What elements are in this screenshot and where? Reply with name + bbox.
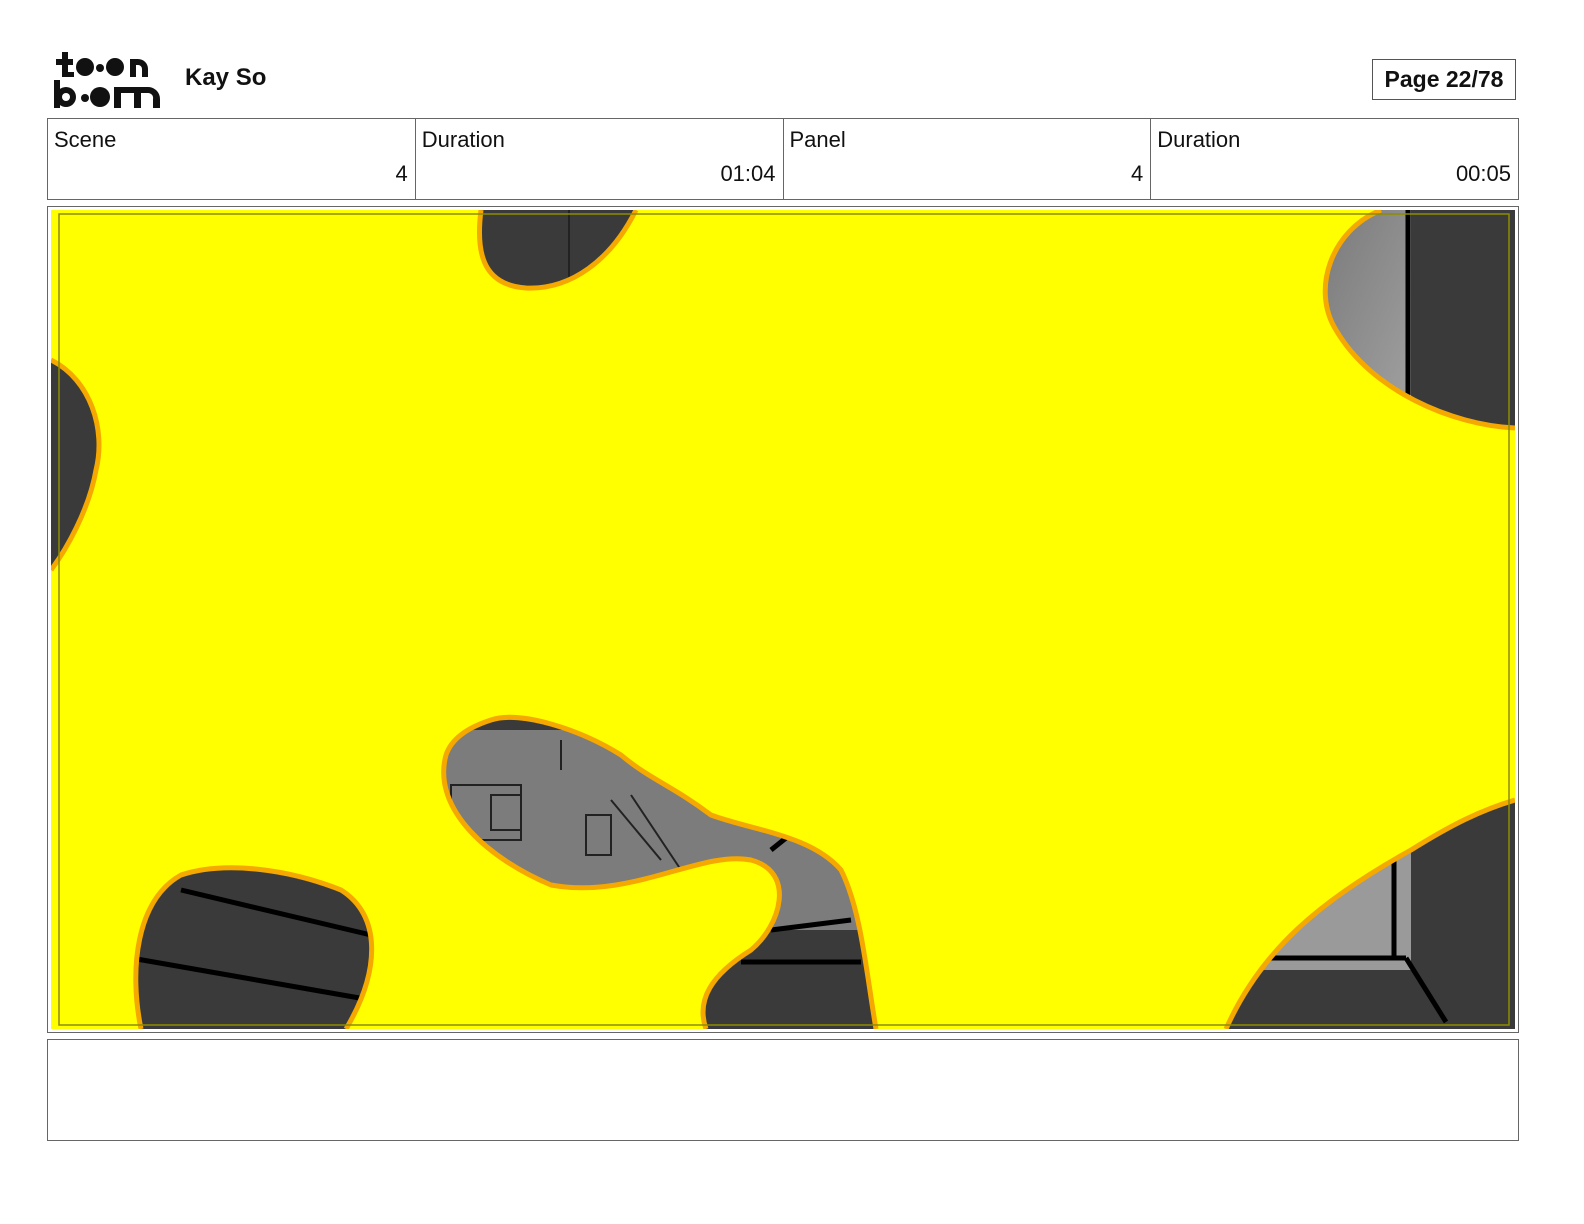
scene-label: Scene <box>54 127 117 152</box>
panel-duration-cell: Duration 00:05 <box>1151 119 1518 199</box>
panel-cell: Panel 4 <box>784 119 1152 199</box>
toon-boom-logo-icon <box>54 52 161 108</box>
scene-duration-cell: Duration 01:04 <box>416 119 784 199</box>
scene-info-table: Scene 4 Duration 01:04 Panel 4 Duration … <box>47 118 1519 200</box>
scene-value: 4 <box>395 161 408 186</box>
panel-duration-value: 00:05 <box>1455 161 1511 186</box>
scene-cell: Scene 4 <box>48 119 416 199</box>
panel-value: 4 <box>1131 161 1144 186</box>
panel-notes-box[interactable] <box>47 1039 1519 1141</box>
panel-label: Panel <box>789 127 846 152</box>
storyboard-title: Kay So <box>185 64 267 91</box>
scene-duration-label: Duration <box>421 127 505 152</box>
toon-boom-logo <box>52 50 164 112</box>
page-indicator: Page 22/78 <box>1372 59 1516 100</box>
scene-duration-value: 01:04 <box>720 161 776 186</box>
panel-artwork <box>51 210 1515 1029</box>
panel-duration-label: Duration <box>1157 127 1241 152</box>
panel-artwork-svg <box>51 210 1515 1029</box>
